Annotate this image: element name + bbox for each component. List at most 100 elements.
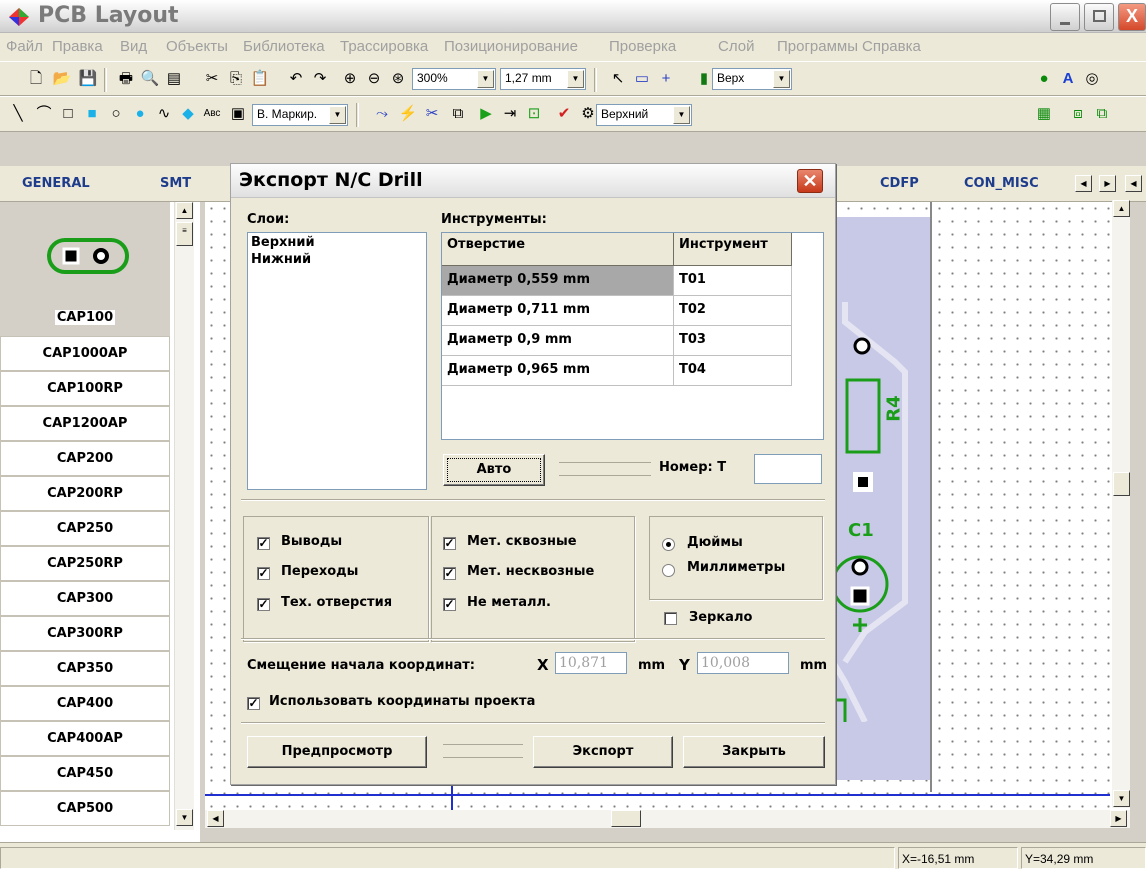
drc-settings-icon[interactable]: ⚙ (578, 105, 598, 123)
crosshair-icon[interactable]: + (656, 70, 676, 88)
tool-row-hole[interactable]: Диаметр 0,559 mm (442, 266, 674, 296)
component-list-item[interactable]: CAP400 (0, 686, 170, 721)
paste-icon[interactable]: 📋 (250, 70, 270, 88)
component-list-item[interactable]: CAP100RP (0, 371, 170, 406)
non-plated-checkbox[interactable]: ✓ (443, 598, 456, 611)
menu-item[interactable]: Позиционирование (444, 38, 578, 55)
tab-cdfp[interactable]: CDFP (880, 176, 919, 191)
menu-item[interactable]: Программы (777, 38, 858, 55)
auto-button[interactable]: Авто (443, 454, 545, 486)
menu-item[interactable]: Слой (718, 38, 754, 55)
preview-button[interactable]: Предпросмотр (247, 736, 427, 768)
component-list-item[interactable]: CAP400AP (0, 721, 170, 756)
component-list-item[interactable]: CAP300 (0, 581, 170, 616)
save-icon[interactable]: 💾 (78, 70, 98, 88)
component-list-item[interactable]: CAP250 (0, 511, 170, 546)
bottom-view-icon[interactable]: ⧈ (1068, 105, 1088, 123)
pads-checkbox[interactable]: ✓ (257, 537, 270, 550)
zoom-select[interactable]: 300% ▼ (412, 68, 496, 90)
cut-icon[interactable]: ✂ (202, 70, 222, 88)
tool-column-header[interactable]: Инструмент (674, 233, 792, 266)
menu-item[interactable]: Трассировка (340, 38, 428, 55)
component-icon[interactable]: ▮ (694, 70, 714, 88)
tab-general[interactable]: GENERAL (22, 176, 90, 191)
autoplace-icon[interactable]: ⧉ (448, 105, 468, 123)
open-folder-icon[interactable]: 📂 (52, 70, 72, 88)
tab-scroll-left-button[interactable]: ◀ (1075, 175, 1092, 192)
h-scroll-thumb[interactable] (611, 810, 641, 827)
component-list-item[interactable]: CAP1000AP (0, 336, 170, 371)
menu-item[interactable]: Объекты (166, 38, 228, 55)
new-file-icon[interactable]: 🗋 (26, 70, 46, 88)
pointer-icon[interactable]: ↖ (608, 70, 628, 88)
component-list-item[interactable]: CAP500 (0, 791, 170, 826)
run-icon[interactable]: ▶ (476, 105, 496, 123)
circle-icon[interactable]: ○ (106, 105, 126, 123)
grid-select[interactable]: 1,27 mm ▼ (500, 68, 586, 90)
tool-number-input[interactable] (754, 454, 822, 484)
tool-row-hole[interactable]: Диаметр 0,9 mm (442, 326, 674, 356)
vias-checkbox[interactable]: ✓ (257, 567, 270, 580)
scroll-down-button[interactable]: ▼ (176, 809, 193, 826)
line-icon[interactable]: ╲ (8, 105, 28, 123)
marking-select[interactable]: В. Маркир. ▼ (252, 104, 348, 126)
zoom-in-icon[interactable]: ⊕ (340, 70, 360, 88)
drc-icon[interactable]: ✔ (554, 105, 574, 123)
component-list-item[interactable]: CAP300RP (0, 616, 170, 651)
text-a-icon[interactable]: A (1058, 70, 1078, 88)
zoom-fit-icon[interactable]: ⊛ (388, 70, 408, 88)
check-icon[interactable]: ⊡ (524, 105, 544, 123)
tool-row-tool[interactable]: T04 (674, 356, 792, 386)
menu-item[interactable]: Проверка (609, 38, 676, 55)
menu-item[interactable]: Библиотека (243, 38, 325, 55)
offset-x-input[interactable]: 10,871 (555, 652, 627, 674)
tool-row-tool[interactable]: T02 (674, 296, 792, 326)
plated-through-checkbox[interactable]: ✓ (443, 537, 456, 550)
close-window-button[interactable]: X (1118, 3, 1146, 31)
select-rect-icon[interactable]: ▭ (632, 70, 652, 88)
menu-item[interactable]: Правка (52, 38, 103, 55)
layers-list[interactable]: Верхний Нижний (247, 232, 427, 490)
redo-icon[interactable]: ↷ (310, 70, 330, 88)
arc-icon[interactable]: ⌒ (34, 105, 54, 123)
canvas-v-scrollbar[interactable]: ▲ ▼ (1112, 200, 1130, 808)
inches-radio[interactable] (662, 538, 675, 551)
print-icon[interactable]: 🖶 (116, 70, 136, 88)
filled-rectangle-icon[interactable]: ■ (82, 105, 102, 123)
route-icon[interactable]: ⤳ (372, 105, 392, 123)
unroute-icon[interactable]: ✂ (422, 105, 442, 123)
menu-item[interactable]: Справка (862, 38, 921, 55)
v-scroll-thumb[interactable] (1113, 472, 1130, 496)
component-list-item[interactable]: CAP450 (0, 756, 170, 791)
tool-row-hole[interactable]: Диаметр 0,711 mm (442, 296, 674, 326)
undo-icon[interactable]: ↶ (286, 70, 306, 88)
scroll-down-button[interactable]: ▼ (1113, 790, 1130, 807)
mirror-checkbox[interactable] (664, 612, 677, 625)
layer-item-bottom[interactable]: Нижний (248, 252, 426, 267)
component-list-item[interactable]: CAP200RP (0, 476, 170, 511)
side-select[interactable]: Верх ▼ (712, 68, 792, 90)
layer-view-icon[interactable]: ▦ (1034, 105, 1054, 123)
tool-row-tool[interactable]: T03 (674, 326, 792, 356)
layer-item-top[interactable]: Верхний (248, 233, 426, 252)
component-list-item[interactable]: CAP250RP (0, 546, 170, 581)
menu-item[interactable]: Вид (120, 38, 147, 55)
export-button[interactable]: Экспорт (533, 736, 673, 768)
tab-scroll-right-button[interactable]: ▶ (1099, 175, 1116, 192)
autoroute-icon[interactable]: ⚡ (398, 105, 418, 123)
tab-con-misc[interactable]: CON_MISC (964, 176, 1039, 191)
dialog-close-icon[interactable]: ✕ (797, 169, 823, 193)
tab-smt[interactable]: SMT (160, 176, 191, 191)
component-list-item[interactable]: CAP350 (0, 651, 170, 686)
polyline-icon[interactable]: ∿ (154, 105, 174, 123)
polygon-icon[interactable]: ◆ (178, 105, 198, 123)
rectangle-icon[interactable]: □ (58, 105, 78, 123)
canvas-h-scrollbar[interactable]: ◀ ▶ (205, 810, 1130, 828)
minimize-button[interactable] (1050, 3, 1080, 31)
zoom-out-icon[interactable]: ⊖ (364, 70, 384, 88)
print-preview-icon[interactable]: 🔍 (140, 70, 160, 88)
tool-row-tool[interactable]: T01 (674, 266, 792, 296)
text-tool-icon[interactable]: Авс (200, 105, 224, 123)
offset-y-input[interactable]: 10,008 (697, 652, 789, 674)
pad-icon[interactable]: ● (1034, 70, 1054, 88)
